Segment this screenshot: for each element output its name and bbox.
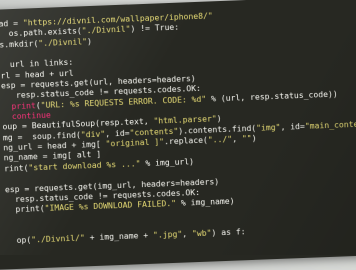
code-token: "img": [255, 121, 281, 133]
code-token: "./Divnil/": [31, 232, 85, 245]
code-token: ) as f:: [211, 226, 246, 238]
code-token: mg =: [2, 131, 28, 143]
code-token: "": [241, 133, 252, 144]
code-area[interactable]: ad = "https://divnil.com/wallpaper/iphon…: [0, 4, 356, 246]
code-token: % img_name): [175, 195, 235, 209]
code-token: "../": [207, 133, 233, 145]
code-token: "./Divnil": [38, 35, 88, 48]
code-token: .replace(: [163, 134, 209, 147]
code-token: , id=: [104, 127, 130, 139]
code-token: , id=: [280, 120, 306, 132]
code-token: ): [216, 113, 222, 124]
code-token: "./Divnil": [81, 23, 131, 36]
code-token: "div": [80, 128, 106, 140]
code-token: + img_name +: [84, 229, 154, 243]
code-token: % img_url): [140, 155, 195, 168]
code-token: ,: [231, 133, 243, 144]
code-token: "wb": [191, 227, 212, 239]
code-token: ): [251, 132, 257, 144]
code-token: op(: [6, 234, 32, 246]
code-token: ) != True:: [130, 21, 180, 34]
code-token: ad =: [0, 17, 24, 29]
code-token: ): [86, 35, 93, 46]
code-token: "main_content": [304, 118, 356, 131]
code-token: print(: [5, 203, 45, 215]
code-token: rint(: [3, 162, 29, 174]
code-editor-screen: ad = "https://divnil.com/wallpaper/iphon…: [0, 0, 356, 270]
code-token: s.mkdir(: [0, 37, 39, 50]
code-token: ".jpg": [152, 228, 183, 240]
